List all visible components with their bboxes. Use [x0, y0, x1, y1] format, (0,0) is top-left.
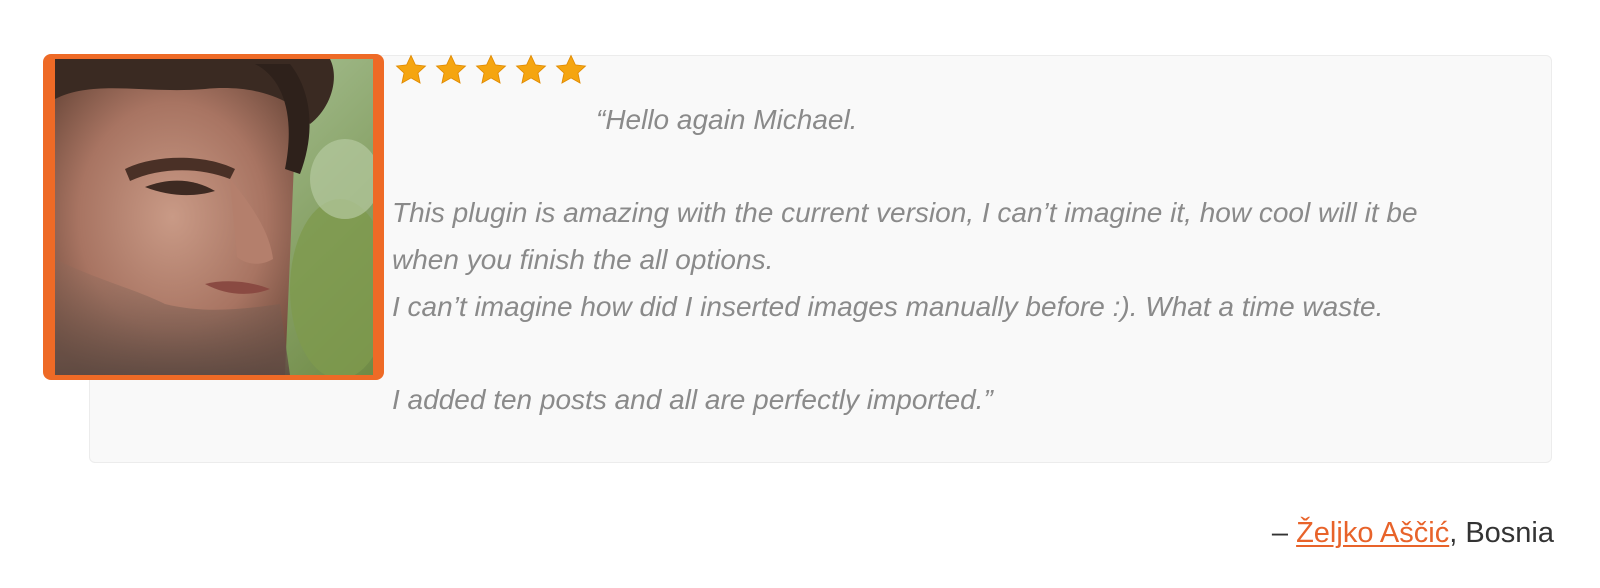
avatar-frame — [43, 54, 384, 380]
star-icon — [435, 54, 467, 84]
testimonial-quote: “Hello again Michael. This plugin is ama… — [392, 96, 1512, 423]
author-location: , Bosnia — [1449, 517, 1554, 549]
quote-line: I can’t imagine how did I inserted image… — [392, 291, 1384, 322]
testimonial-attribution: – Željko Aščić, Bosnia — [1272, 513, 1554, 553]
author-name-link[interactable]: Željko Aščić — [1296, 517, 1449, 549]
star-icon — [395, 54, 427, 84]
star-icon — [475, 54, 507, 84]
quote-line: I added ten posts and all are perfectly … — [392, 384, 993, 415]
quote-line: This plugin is amazing with the current … — [392, 197, 1418, 228]
testimonial-section: “Hello again Michael. This plugin is ama… — [0, 0, 1600, 588]
star-icon — [555, 54, 587, 84]
rating-stars — [394, 53, 588, 87]
quote-line: when you finish the all options. — [392, 244, 774, 275]
quote-line: “Hello again Michael. — [596, 104, 858, 135]
star-icon — [515, 54, 547, 84]
attribution-dash: – — [1271, 517, 1297, 549]
avatar — [55, 59, 373, 375]
